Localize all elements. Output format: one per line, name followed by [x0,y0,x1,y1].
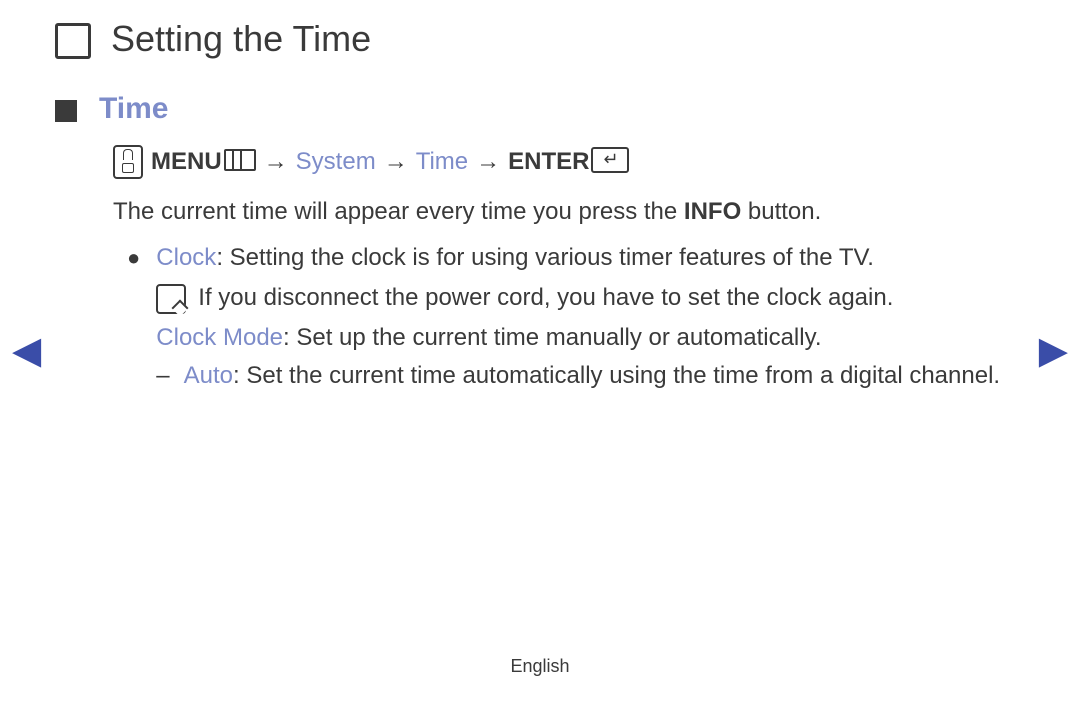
page-content: Setting the Time Time MENU → System → Ti… [55,18,1012,398]
menu-path: MENU → System → Time → ENTER [113,144,1012,180]
path-segment: ENTER [508,144,629,180]
menu-grid-icon [224,149,256,171]
intro-text: The current time will appear every time … [113,194,1012,230]
square-bullet-icon [55,100,77,122]
feature-list: ● Clock: Setting the clock is for using … [127,240,1012,394]
bullet-icon: ● [127,240,140,394]
sub-item: – Auto: Set the current time automatical… [156,358,1012,394]
intro-pre: The current time will appear every time … [113,198,684,225]
note-row: If you disconnect the power cord, you ha… [156,280,1012,316]
path-separator: → [264,144,288,180]
page-heading-row: Setting the Time [55,18,1012,60]
path-system: System [296,144,376,180]
enter-label: ENTER [508,148,589,175]
path-separator: → [384,144,408,180]
nav-next-button[interactable]: ▶ [1039,332,1068,370]
menu-label: MENU [151,148,222,175]
path-time: Time [416,144,468,180]
intro-post: button. [741,198,821,225]
list-item: ● Clock: Setting the clock is for using … [127,240,1012,394]
manual-page: ◀ ▶ Setting the Time Time MENU → System … [0,0,1080,705]
dash-icon: – [156,358,169,394]
enter-key-icon [591,147,629,173]
clock-text: : Setting the clock is for using various… [216,244,874,271]
body-text: MENU → System → Time → ENTER The current… [113,144,1012,394]
section-bookmark-icon [55,23,91,59]
list-item-body: Clock: Setting the clock is for using va… [156,240,1012,394]
nav-prev-button[interactable]: ◀ [12,332,41,370]
clock-mode-text: : Set up the current time manually or au… [283,324,821,351]
note-icon [156,284,186,314]
sub-item-body: Auto: Set the current time automatically… [184,358,1000,394]
note-text: If you disconnect the power cord, you ha… [198,280,893,316]
clock-mode-row: Clock Mode: Set up the current time manu… [156,320,1012,356]
auto-text: : Set the current time automatically usi… [233,362,1000,389]
page-footer-language: English [0,656,1080,677]
path-segment: MENU [151,144,256,180]
subsection-title: Time [99,92,168,126]
subsection-heading-row: Time [55,92,1012,126]
clock-mode-label: Clock Mode [156,324,283,351]
auto-label: Auto [184,362,233,389]
path-separator: → [476,144,500,180]
clock-label: Clock [156,244,216,271]
touch-icon [113,145,143,179]
intro-bold: INFO [684,198,741,225]
page-title: Setting the Time [111,18,371,60]
